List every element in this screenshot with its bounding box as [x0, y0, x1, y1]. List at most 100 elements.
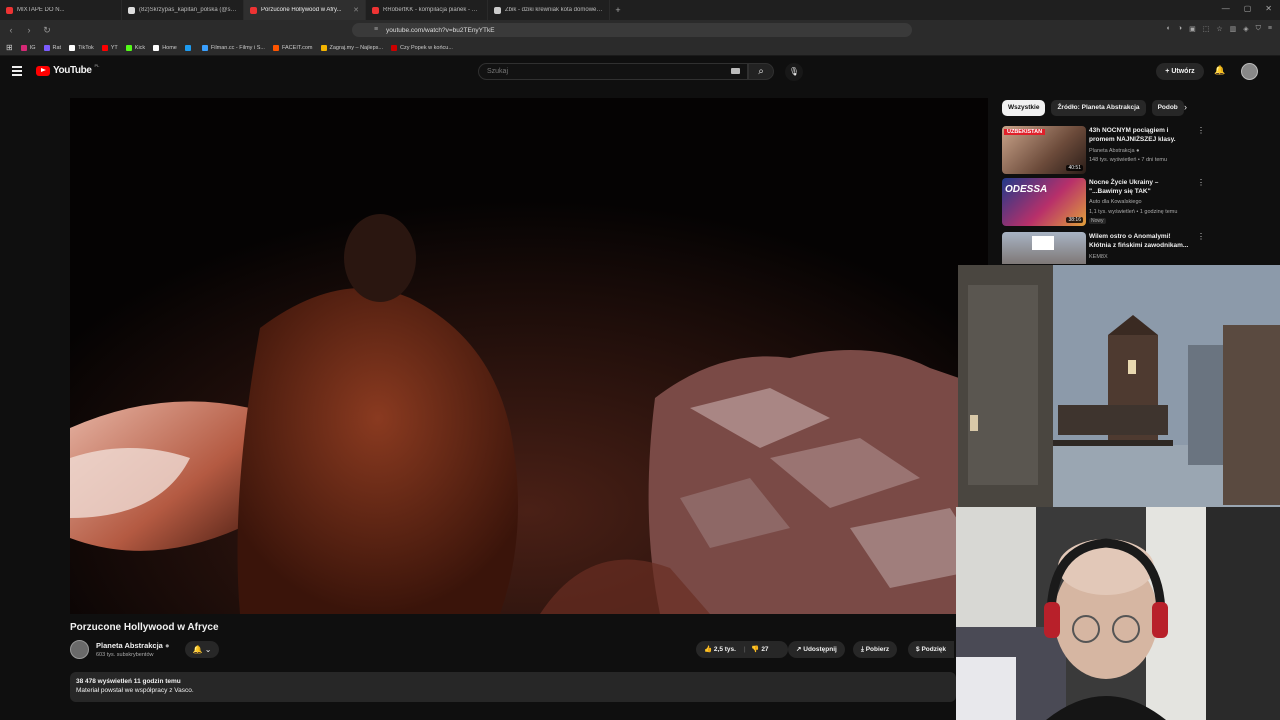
bookmark-item[interactable]: [184, 44, 194, 51]
bookmarks-icon[interactable]: ☆: [1216, 25, 1222, 33]
maximize-icon[interactable]: ▢: [1244, 4, 1252, 13]
tab-title: RRobertKK - kompilacja pianek - Yo...: [383, 7, 481, 13]
browser-tab-active[interactable]: Porzucone Hollywood w Afry... ✕: [244, 0, 366, 20]
logo-country: PL: [94, 63, 100, 68]
close-window-icon[interactable]: ✕: [1265, 4, 1272, 13]
notifications-bell-icon[interactable]: 🔔: [1214, 65, 1225, 76]
forward-icon[interactable]: ›: [22, 25, 36, 35]
verified-icon: ●: [1136, 148, 1140, 154]
bookmark-item[interactable]: Home: [153, 44, 177, 51]
game-capture-overlay: [958, 265, 1280, 507]
extension-icon[interactable]: ▣: [1189, 25, 1196, 33]
sidebar-icon[interactable]: ▥: [1230, 25, 1237, 33]
more-options-icon[interactable]: ⋮: [1197, 232, 1202, 241]
share-button[interactable]: ↗ Udostępnij: [788, 641, 845, 658]
youtube-favicon-icon: [250, 6, 257, 14]
channel-avatar[interactable]: [70, 640, 89, 659]
search-button[interactable]: ⌕: [748, 63, 774, 80]
reload-icon[interactable]: ↻: [40, 25, 54, 36]
bookmark-item[interactable]: Kick: [125, 44, 145, 51]
apps-icon[interactable]: ⊞: [6, 43, 13, 52]
subscription-bell-button[interactable]: 🔔 ⌄: [185, 641, 219, 658]
browser-tab[interactable]: Żbik - dziki krewniak kota domoweg...: [488, 0, 610, 20]
chevron-right-icon[interactable]: ›: [1184, 102, 1187, 112]
minimize-icon[interactable]: —: [1222, 4, 1230, 13]
url-field[interactable]: ≡ youtube.com/watch?v=bu2TEnyYTkE: [352, 23, 912, 37]
close-tab-icon[interactable]: ✕: [353, 6, 359, 14]
share-icon: ↗: [796, 646, 802, 653]
recommended-video[interactable]: Wilem ostro o Anomalymi! Kłótnia z fińsk…: [1002, 232, 1202, 264]
keyboard-icon[interactable]: [731, 68, 740, 74]
video-thumbnail[interactable]: ODESSA 38:16: [1002, 178, 1086, 226]
webcam-overlay: [956, 507, 1280, 720]
menu-icon[interactable]: ≡: [1268, 25, 1272, 33]
bookmark-label: Filman.cc - Filmy i S...: [210, 44, 265, 51]
extension-icon[interactable]: ⬚: [1203, 25, 1210, 33]
recommended-video[interactable]: ODESSA 38:16 Nocne Życie Ukrainy – "...B…: [1002, 178, 1205, 226]
shield-icon[interactable]: ⛉: [1256, 25, 1261, 33]
search-input[interactable]: Szukaj: [478, 63, 748, 80]
bookmark-item[interactable]: Rat: [43, 44, 61, 51]
youtube-header: YouTube PL Szukaj ⌕ 🎙 + Utwórz 🔔: [0, 57, 1280, 87]
description-box[interactable]: 38 478 wyświetleń 11 godzin temu Materia…: [70, 672, 956, 702]
bookmark-item[interactable]: IG: [20, 44, 36, 51]
account-avatar[interactable]: [1241, 63, 1258, 80]
extension-icon[interactable]: ◑: [1178, 25, 1182, 33]
video-thumbnail[interactable]: UZBEKISTAN 40:51: [1002, 126, 1086, 174]
extension-icon[interactable]: ◐: [1167, 25, 1171, 33]
hamburger-menu-icon[interactable]: [12, 66, 22, 76]
extensions-bar: ◐ ◑ ▣ ⬚ ☆ ▥ ◈ ⛉ ≡: [1167, 25, 1272, 33]
microphone-icon[interactable]: 🎙: [785, 63, 803, 81]
chip-source[interactable]: Źródło: Planeta Abstrakcja: [1051, 100, 1146, 116]
wallet-icon[interactable]: ◈: [1243, 25, 1248, 33]
back-icon[interactable]: ‹: [4, 25, 18, 35]
like-button[interactable]: 👍 2,5 tys.: [704, 646, 736, 653]
dislike-button[interactable]: 👎 27: [751, 646, 768, 653]
download-icon: ⤓: [861, 646, 864, 653]
video-player[interactable]: [70, 98, 988, 614]
bookmark-label: TikTok: [78, 44, 94, 51]
bookmark-item[interactable]: Czy Popek w końcu...: [391, 44, 453, 51]
filter-chips: Wszystkie Źródło: Planeta Abstrakcja Pod…: [1002, 100, 1184, 116]
browser-tab[interactable]: MIXTAPE DO N...: [0, 0, 122, 20]
thumbs-up-icon: 👍: [704, 646, 713, 653]
browser-tab[interactable]: (82)Skrzypas_kapitan_polska (@skrzy...: [122, 0, 244, 20]
video-title: Wilem ostro o Anomalymi! Kłótnia z fińsk…: [1089, 233, 1189, 249]
new-tab-icon[interactable]: +: [610, 5, 626, 15]
description-text: Materiał powstał we współpracy z Vasco.: [76, 687, 194, 694]
youtube-logo[interactable]: YouTube PL: [36, 63, 100, 76]
youtube-play-icon: [36, 65, 50, 76]
download-button[interactable]: ⤓ Pobierz: [853, 641, 898, 658]
video-meta: 148 tys. wyświetleń • 7 dni temu: [1089, 157, 1168, 163]
tab-title: Porzucone Hollywood w Afry...: [261, 7, 342, 13]
video-duration: 38:16: [1066, 217, 1083, 223]
more-options-icon[interactable]: ⋮: [1197, 126, 1205, 135]
recommended-video[interactable]: UZBEKISTAN 40:51 43h NOCNYM pociągiem i …: [1002, 126, 1205, 174]
channel-name[interactable]: Auto dla Kowalskiego: [1089, 199, 1142, 205]
bookmark-label: Home: [162, 44, 177, 51]
chip-all[interactable]: Wszystkie: [1002, 100, 1046, 116]
channel-name[interactable]: KEM8X: [1089, 254, 1108, 260]
channel-name[interactable]: Planeta Abstrakcja ●: [96, 641, 169, 650]
channel-name[interactable]: Planeta Abstrakcja ●: [1089, 148, 1139, 154]
browser-tab[interactable]: RRobertKK - kompilacja pianek - Yo...: [366, 0, 488, 20]
tab-title: (82)Skrzypas_kapitan_polska (@skrzy...: [139, 7, 237, 13]
like-dislike-group: 👍 2,5 tys. | 👎 27: [696, 641, 788, 658]
video-meta: 1,1 tys. wyświetleń • 1 godzinę temu: [1089, 209, 1178, 215]
site-info-icon[interactable]: ≡: [374, 26, 378, 33]
bookmark-item[interactable]: YT: [101, 44, 118, 51]
share-label: Udostępnij: [803, 646, 837, 653]
url-text: youtube.com/watch?v=bu2TEnyYTkE: [386, 26, 495, 34]
video-thumbnail[interactable]: [1002, 232, 1086, 264]
create-button[interactable]: + Utwórz: [1156, 63, 1204, 80]
bookmark-item[interactable]: TikTok: [69, 44, 94, 51]
verified-icon: ●: [164, 641, 170, 650]
bookmark-label: YT: [110, 44, 118, 51]
bookmark-item[interactable]: Zagraj.my – Najleps...: [320, 44, 383, 51]
bookmark-item[interactable]: FACEIT.com: [272, 44, 313, 51]
more-options-icon[interactable]: ⋮: [1197, 178, 1205, 187]
bookmark-item[interactable]: Filman.cc - Filmy i S...: [201, 44, 265, 51]
chip-similar[interactable]: Podob: [1151, 100, 1184, 116]
thanks-button[interactable]: $ Podzięk: [908, 641, 954, 658]
video-frame: [70, 98, 988, 614]
